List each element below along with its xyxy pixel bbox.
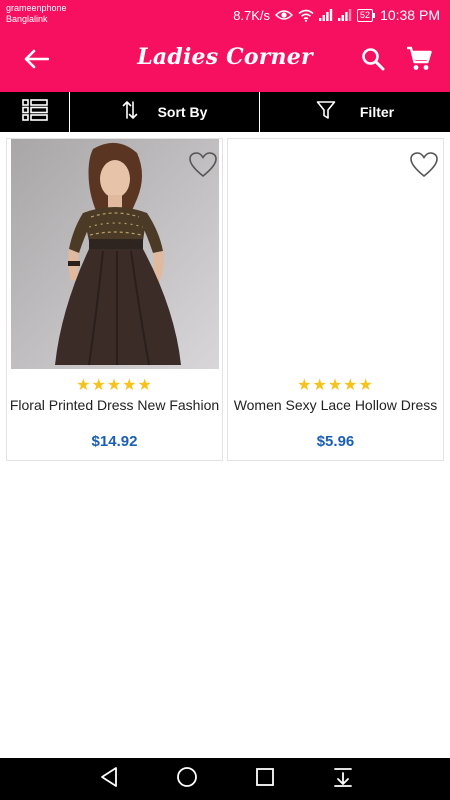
nav-home-button[interactable]	[174, 766, 200, 793]
sort-button[interactable]: Sort By	[70, 92, 260, 132]
cart-button[interactable]	[402, 44, 436, 78]
nav-recents-button[interactable]	[252, 767, 278, 791]
favorite-heart-icon[interactable]	[188, 151, 218, 179]
clock: 10:38 PM	[380, 7, 440, 23]
rating-stars: ★★★★★	[76, 377, 153, 394]
signal-icon	[319, 9, 333, 21]
search-button[interactable]	[356, 44, 390, 78]
search-icon	[361, 47, 385, 76]
status-indicators: 8.7K/s 52 10:38 PM	[233, 6, 440, 24]
android-nav-bar	[0, 758, 450, 800]
nav-back-button[interactable]	[96, 766, 122, 793]
product-name: Women Sexy Lace Hollow Dress	[233, 397, 438, 413]
notification-pull-icon	[332, 766, 354, 793]
carrier-2: Banglalink	[6, 14, 48, 24]
network-speed: 8.7K/s	[233, 7, 271, 23]
carrier-1: grameenphone	[6, 3, 67, 13]
battery-icon: 52	[357, 8, 376, 22]
product-grid: ★★★★★ Floral Printed Dress New Fashion $…	[6, 138, 444, 461]
home-circle-icon	[176, 766, 198, 793]
product-price: $14.92	[91, 433, 138, 450]
list-view-button[interactable]	[0, 92, 70, 132]
back-triangle-icon	[99, 766, 119, 793]
nav-notifications-button[interactable]	[330, 767, 356, 791]
battery-level: 52	[357, 8, 374, 22]
sort-icon	[122, 100, 138, 125]
product-price: $5.96	[316, 433, 355, 450]
recents-square-icon	[255, 767, 275, 792]
wifi-icon	[298, 9, 314, 22]
cart-icon	[406, 46, 432, 77]
product-name: Floral Printed Dress New Fashion	[9, 397, 220, 413]
sort-label: Sort By	[157, 104, 208, 120]
rating-stars: ★★★★★	[297, 377, 374, 394]
carrier-info: grameenphone Banglalink	[6, 3, 67, 25]
app-header: grameenphone Banglalink 8.7K/s 52 10:38 …	[0, 0, 450, 92]
app-bar: Ladies Corner	[0, 30, 450, 92]
sort-filter-toolbar: Sort By Filter	[0, 92, 450, 132]
product-card[interactable]: ★★★★★ Floral Printed Dress New Fashion $…	[6, 138, 223, 461]
list-view-icon	[21, 98, 48, 126]
filter-label: Filter	[359, 104, 395, 120]
favorite-heart-icon[interactable]	[409, 151, 439, 179]
filter-icon	[316, 100, 336, 125]
signal-icon	[338, 9, 352, 21]
status-bar: grameenphone Banglalink 8.7K/s 52 10:38 …	[0, 0, 450, 30]
eye-icon	[275, 9, 294, 21]
filter-button[interactable]: Filter	[260, 92, 450, 132]
product-card[interactable]: ★★★★★ Women Sexy Lace Hollow Dress $5.96	[227, 138, 444, 461]
